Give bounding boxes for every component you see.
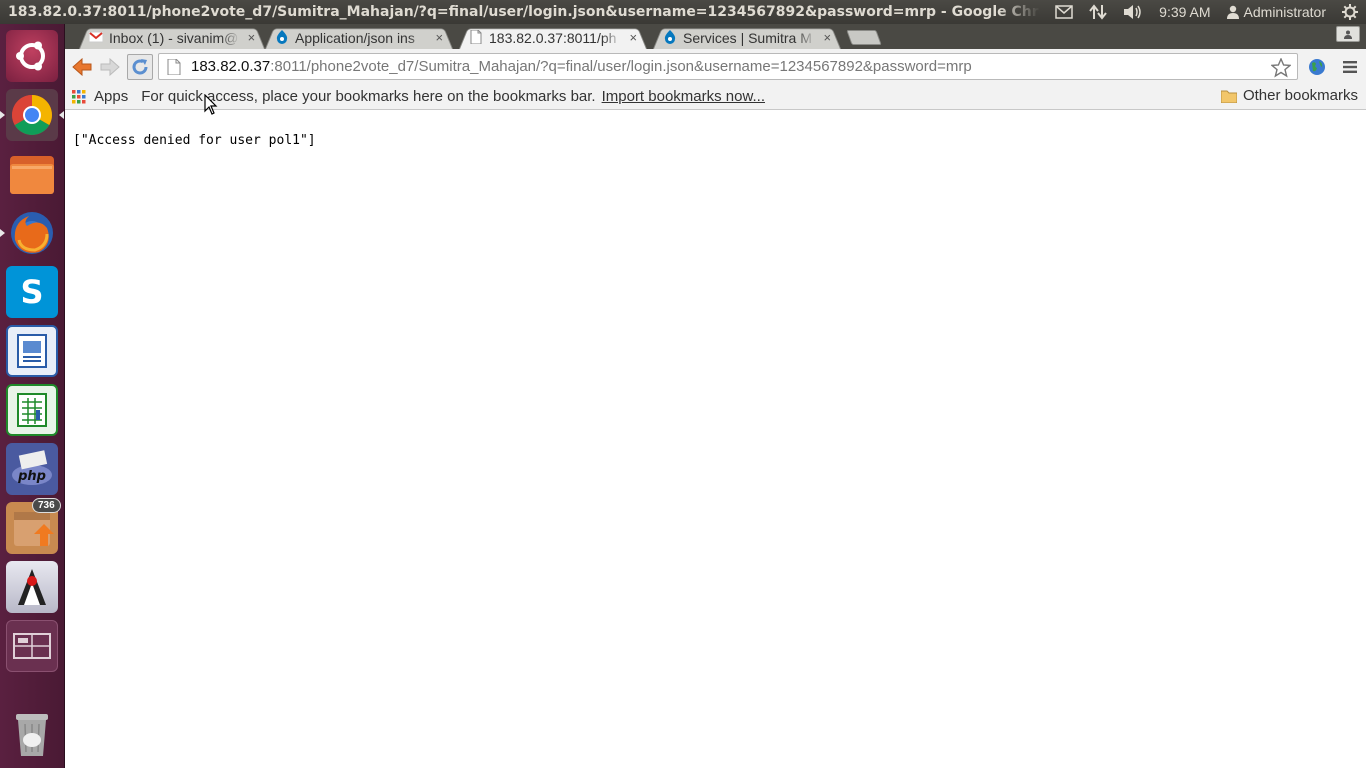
back-arrow-icon [72,58,92,76]
browser-window: Inbox (1) - sivanim@ × Application/json … [65,24,1366,768]
other-bookmarks-label: Other bookmarks [1242,87,1358,104]
forward-button[interactable] [97,54,123,80]
clock[interactable]: 9:39 AM [1151,0,1218,24]
launcher-calc[interactable] [6,384,58,436]
launcher-trash[interactable] [6,708,58,760]
drupal-icon [664,30,676,44]
launcher-software-updater[interactable]: 736 [6,498,61,554]
svg-text:S: S [20,273,43,311]
import-bookmarks-link[interactable]: Import bookmarks now... [602,88,765,105]
bookmarks-bar: Apps For quick access, place your bookma… [65,84,1366,110]
user-name: Administrator [1243,4,1326,20]
top-panel: 183.82.0.37:8011/phone2vote_d7/Sumitra_M… [0,0,1366,24]
browser-toolbar: 183.82.0.37:8011/phone2vote_d7/Sumitra_M… [65,49,1366,84]
mouse-cursor-icon [204,94,218,115]
profile-button[interactable] [1336,26,1360,42]
launcher-chrome[interactable] [6,89,58,141]
writer-icon [17,334,47,368]
launcher-php[interactable]: php [6,443,58,495]
close-icon[interactable]: × [246,30,257,45]
user-icon [1226,5,1239,19]
other-bookmarks-folder[interactable]: Other bookmarks [1220,87,1358,104]
tab-inbox[interactable]: Inbox (1) - sivanim@ × [79,26,265,49]
url-path: :8011/phone2vote_d7/Sumitra_Mahajan/?q=f… [270,58,972,75]
running-indicator [0,111,5,119]
close-icon[interactable]: × [628,30,639,45]
forward-arrow-icon [100,58,120,76]
launcher-workspace-switcher[interactable] [6,620,58,672]
running-indicator [0,229,5,237]
apps-grid-icon [72,89,86,103]
tab-label: Inbox (1) - sivanim@ [109,29,239,46]
close-icon[interactable]: × [434,30,445,45]
url-host: 183.82.0.37 [191,58,271,75]
tab-active-login-json[interactable]: 183.82.0.37:8011/ph × [459,26,647,49]
launcher-ubuntu-dash[interactable] [6,30,58,82]
launcher-java[interactable] [6,561,58,613]
tab-label: 183.82.0.37:8011/ph [489,29,617,46]
unity-launcher: S php 736 [0,24,65,768]
window-title: 183.82.0.37:8011/phone2vote_d7/Sumitra_M… [8,4,1040,20]
calc-icon [17,393,47,427]
launcher-writer[interactable] [6,325,58,377]
gmail-icon [89,31,103,43]
session-gear-icon[interactable] [1334,0,1366,24]
chrome-icon [12,95,52,135]
reload-icon [132,59,148,75]
workspace-icon [13,633,51,659]
trash-icon [16,714,48,756]
skype-icon: S [20,273,43,311]
tab-label: Services | Sumitra M [683,29,812,46]
new-tab-button[interactable] [846,30,882,45]
tab-services[interactable]: Services | Sumitra M × [653,26,841,49]
apps-label: Apps [94,88,129,105]
back-button[interactable] [69,54,95,80]
ubuntu-logo-icon [16,41,45,71]
chrome-menu-button[interactable] [1337,54,1363,80]
page-content: ["Access denied for user pol1"] [65,111,1366,768]
launcher-files[interactable] [6,148,58,200]
tab-label: Application/json ins [295,29,415,46]
launcher-firefox[interactable] [6,207,58,259]
folder-icon [10,156,54,194]
address-bar[interactable]: 183.82.0.37:8011/phone2vote_d7/Sumitra_M… [158,53,1298,80]
hamburger-menu-icon [1343,61,1357,73]
mail-icon[interactable] [1047,0,1081,24]
reload-button[interactable] [127,54,153,80]
globe-icon [1309,59,1325,75]
php-icon: php [12,450,52,485]
focused-indicator [59,111,64,119]
page-icon [167,58,181,75]
user-menu[interactable]: Administrator [1219,0,1334,24]
volume-icon[interactable] [1115,0,1151,24]
drupal-icon [276,30,288,44]
launcher-skype[interactable]: S [6,266,58,318]
address-bar-url: 183.82.0.37:8011/phone2vote_d7/Sumitra_M… [191,58,972,75]
tab-strip: Inbox (1) - sivanim@ × Application/json … [65,24,1366,49]
update-count-badge: 736 [32,498,61,513]
svg-text:php: php [17,469,46,484]
bookmark-star-icon[interactable] [1271,58,1291,78]
page-icon [470,30,482,44]
network-updown-icon[interactable] [1081,0,1115,24]
tab-application-json[interactable]: Application/json ins × [265,26,453,49]
extension-button[interactable] [1304,54,1330,80]
folder-icon [1220,90,1237,103]
json-response-text: ["Access denied for user pol1"] [73,133,316,148]
firefox-icon [11,212,53,254]
user-icon [1344,30,1352,39]
java-duke-icon [18,569,46,605]
close-icon[interactable]: × [822,30,833,45]
apps-shortcut[interactable]: Apps [72,88,128,105]
